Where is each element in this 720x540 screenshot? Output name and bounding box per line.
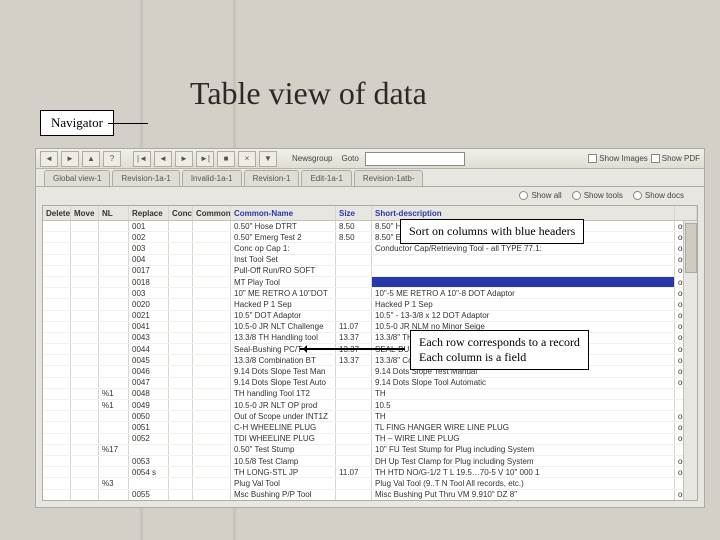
help-button[interactable]: ? [103,151,121,167]
table-row[interactable]: 0054 sTH LONG-STL JP11.07TH HTD NO/G-1/2… [43,467,697,478]
table-row[interactable]: 0052TDI WHEELINE PLUGTH – WIRE LINE PLUG… [43,434,697,445]
table-row[interactable]: %1004910.5-0 JR NLT OP prod10.5 [43,400,697,411]
table-row[interactable]: 005310.5/8 Test ClampDH Up Test Clamp fo… [43,456,697,467]
next-button[interactable]: ► [175,151,193,167]
tab-bar: Global view-1 Revision-1a-1 Invalid-1a-1… [36,169,704,187]
opt-show-docs[interactable]: Show docs [633,191,684,200]
nav-fwd-button[interactable]: ► [61,151,79,167]
grid-header: Delete Move NL Replace Conc Common Commo… [43,206,697,221]
col-nl[interactable]: NL [99,206,129,220]
table-row[interactable]: 0017Pull-Off Run/RO SOFTooc [43,266,697,277]
table-row[interactable]: 0020.50" Emerg Test 28.508.50" Emergency… [43,232,697,243]
table-row[interactable]: 002110.5" DOT Adaptor10.5" - 13-3/8 x 12… [43,311,697,322]
table-row[interactable]: 00479.14 Dots Slope Test Auto9.14 Dots S… [43,378,697,389]
opt-show-all[interactable]: Show all [519,191,561,200]
nav-up-button[interactable]: ▲ [82,151,100,167]
table-row[interactable]: %3Plug Val ToolPlug Val Tool (9..T N Too… [43,478,697,489]
col-last[interactable] [675,206,697,220]
data-grid: Delete Move NL Replace Conc Common Commo… [42,205,698,501]
table-row[interactable]: 004110.5-0 JR NLT Challenge11.0710.5-0 J… [43,322,697,333]
callout-record: Each row corresponds to a recordEach col… [410,330,589,370]
table-row[interactable]: 00310" ME RETRO A 10"DOT10"-5 ME RETRO A… [43,288,697,299]
newsgroup-label: Newsgroup [289,154,335,163]
app-window: ◄ ► ▲ ? |◄ ◄ ► ►| ■ × ▼ Newsgroup Goto S… [35,148,705,508]
tab-4[interactable]: Edit-1a-1 [301,170,351,186]
navigator-label-box: Navigator [40,110,114,136]
table-row[interactable]: 0010.50" Hose DTRT8.508.50" Heave Full T… [43,221,697,232]
prev-button[interactable]: ◄ [154,151,172,167]
grid-body: 0010.50" Hose DTRT8.508.50" Heave Full T… [43,221,697,500]
col-delete[interactable]: Delete [43,206,71,220]
table-row[interactable]: 0020Hacked P 1 SepHacked P 1 Sepooc [43,299,697,310]
navigator-toolbar: ◄ ► ▲ ? |◄ ◄ ► ►| ■ × ▼ Newsgroup Goto S… [36,149,704,169]
col-common[interactable]: Common [193,206,231,220]
refresh-button[interactable]: × [238,151,256,167]
tab-3[interactable]: Revision-1 [244,170,300,186]
callout-record-arrow [300,348,405,350]
col-replace[interactable]: Replace [129,206,169,220]
stop-button[interactable]: ■ [217,151,235,167]
col-common-name[interactable]: Common-Name [231,206,336,220]
tab-2[interactable]: Invalid-1a-1 [182,170,242,186]
table-row[interactable]: 004Inst Tool Setooc [43,255,697,266]
goto-label: Goto [338,154,361,163]
callout-sort: Sort on columns with blue headers [400,219,584,244]
first-button[interactable]: |◄ [133,151,151,167]
col-move[interactable]: Move [71,206,99,220]
nav-back-button[interactable]: ◄ [40,151,58,167]
table-row[interactable]: 0055Msc Bushing P/P ToolMisc Bushing Put… [43,490,697,501]
table-row[interactable]: 00469.14 Dots Slope Test Man9.14 Dots Sl… [43,366,697,377]
opt-show-tools[interactable]: Show tools [572,191,623,200]
col-conc[interactable]: Conc [169,206,193,220]
last-button[interactable]: ►| [196,151,214,167]
tab-1[interactable]: Revision-1a-1 [112,170,179,186]
table-row[interactable]: 004513.3/8 Combination BT13.3713.3/8" Co… [43,355,697,366]
navigator-pointer [108,123,148,138]
view-options: Show all Show tools Show docs [36,187,704,203]
show-pdf-checkbox[interactable]: Show PDF [651,154,700,163]
table-row[interactable]: 003Conc op Cap 1:Conductor Cap/Retrievin… [43,243,697,254]
col-size[interactable]: Size [336,206,372,220]
page-title: Table view of data [190,75,427,112]
table-row[interactable]: 0051C-H WHEELINE PLUGTL FING HANGER WIRE… [43,422,697,433]
show-images-checkbox[interactable]: Show Images [588,154,647,163]
tab-5[interactable]: Revision-1atb- [354,170,424,186]
scrollbar-thumb[interactable] [685,223,697,273]
table-row[interactable]: 0050Out of Scope under INT1ZTHooc [43,411,697,422]
goto-input[interactable] [365,152,465,166]
table-row[interactable]: %170.50" Test Stump10" FU Test Stump for… [43,445,697,456]
table-row[interactable]: 004313.3/8 TH Handling tool13.3713.3/8" … [43,333,697,344]
table-row[interactable]: %10048TH handling Tool 1T2TH [43,389,697,400]
tab-0[interactable]: Global view-1 [44,170,110,186]
table-row[interactable]: 0044Seal-Bushing PC/T13.37SEAL-BUSHING/W… [43,344,697,355]
col-short-desc[interactable]: Short-description [372,206,675,220]
table-row[interactable]: 0018MT Play Toolooc [43,277,697,288]
vertical-scrollbar[interactable] [683,221,697,500]
filter-button[interactable]: ▼ [259,151,277,167]
